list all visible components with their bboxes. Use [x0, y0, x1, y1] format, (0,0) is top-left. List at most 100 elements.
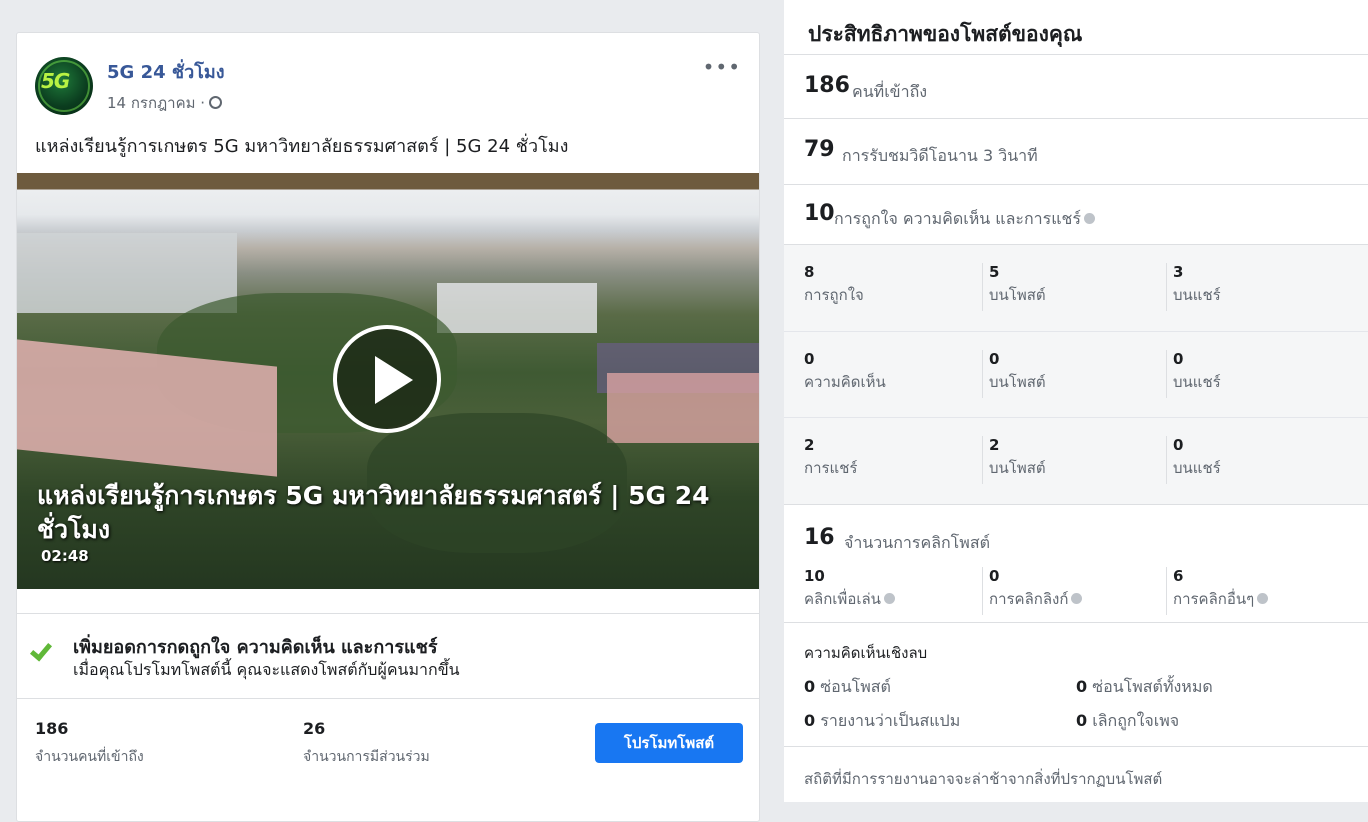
- breakdown-total: 0 ความคิดเห็น: [804, 350, 886, 394]
- shares-on-share: 0: [1173, 436, 1184, 454]
- comments-on-post: 0: [989, 350, 1000, 368]
- breakdown-total: 2 การแชร์: [804, 436, 857, 480]
- breakdown-on-post: 5 บนโพสต์: [982, 263, 1046, 311]
- checkmark-icon: [29, 638, 53, 662]
- hide-all-label: ซ่อนโพสต์ทั้งหมด: [1092, 677, 1213, 696]
- other-clicks-label-wrap: การคลิกอื่นๆ: [1173, 587, 1269, 611]
- comments-on-share: 0: [1173, 350, 1184, 368]
- likes-on-share-label: บนแชร์: [1173, 286, 1221, 304]
- breakdown-on-share: 0 บนแชร์: [1166, 350, 1221, 398]
- hide-all-stat: 0 ซ่อนโพสต์ทั้งหมด: [1076, 675, 1213, 700]
- insights-reach-row: 186 คนที่เข้าถึง: [784, 54, 1368, 118]
- negative-feedback-title: ความคิดเห็นเชิงลบ: [804, 644, 928, 662]
- insights-engagement-row: 10 การถูกใจ ความคิดเห็น และการแชร์: [784, 184, 1368, 244]
- insights-views-value: 79: [804, 137, 835, 162]
- clicks-breakdown: 10 คลิกเพื่อเล่น 0 การคลิกลิงก์ 6 การคลิกอื…: [784, 567, 1368, 617]
- play-button[interactable]: [333, 325, 441, 433]
- breakdown-on-share: 0 บนแชร์: [1166, 436, 1221, 484]
- boost-suggestion: เพิ่มยอดการกดถูกใจ ความคิดเห็น และการแชร…: [17, 613, 759, 699]
- insights-views-row: 79 การรับชมวิดีโอนาน 3 วินาที: [784, 118, 1368, 184]
- info-icon[interactable]: [883, 593, 895, 604]
- insights-engagement-label-wrap: การถูกใจ ความคิดเห็น และการแชร์: [834, 207, 1096, 232]
- likes-on-post: 5: [989, 263, 1000, 281]
- post-date-text[interactable]: 14 กรกฎาคม ·: [107, 94, 205, 112]
- clicks-to-play-label-wrap: คลิกเพื่อเล่น: [804, 587, 895, 611]
- video-title-overlay: แหล่งเรียนรู้การเกษตร 5G มหาวิทยาลัยธรรม…: [37, 481, 710, 544]
- post-date[interactable]: 14 กรกฎาคม ·: [107, 91, 223, 115]
- info-icon[interactable]: [1071, 593, 1083, 604]
- boost-title: เพิ่มยอดการกดถูกใจ ความคิดเห็น และการแชร…: [73, 637, 438, 658]
- video-duration: 02:48: [41, 547, 89, 565]
- breakdown-row-comments: 0 ความคิดเห็น 0 บนโพสต์ 0 บนแชร์: [784, 331, 1368, 417]
- info-icon[interactable]: [1257, 593, 1269, 604]
- post-card: 5G 5G 24 ชั่วโมง 14 กรกฎาคม · ••• แหล่งเ…: [16, 32, 760, 822]
- avatar-logo: 5G: [41, 69, 70, 93]
- video-scene-building: [17, 233, 237, 313]
- boost-subtitle: เมื่อคุณโปรโมทโพสต์นี้ คุณจะแสดงโพสต์กับ…: [73, 660, 460, 679]
- page-name-link[interactable]: 5G 24 ชั่วโมง: [107, 57, 225, 86]
- video-player[interactable]: แหล่งเรียนรู้การเกษตร 5G มหาวิทยาลัยธรรม…: [17, 173, 759, 589]
- hide-all-value: 0: [1076, 677, 1088, 696]
- breakdown-row-shares: 2 การแชร์ 2 บนโพสต์ 0 บนแชร์: [784, 417, 1368, 503]
- report-spam-label: รายงานว่าเป็นสแปม: [820, 711, 961, 730]
- post-header: 5G 5G 24 ชั่วโมง 14 กรกฎาคม · •••: [17, 33, 759, 119]
- other-clicks-label: การคลิกอื่นๆ: [1173, 590, 1255, 608]
- negative-feedback-row: ความคิดเห็นเชิงลบ 0 ซ่อนโพสต์ 0 ซ่อนโพสต…: [784, 622, 1368, 746]
- breakdown-on-post: 0 บนโพสต์: [982, 350, 1046, 398]
- hide-post-value: 0: [804, 677, 816, 696]
- reach-label: จำนวนคนที่เข้าถึง: [35, 749, 144, 765]
- insights-engagement-label: การถูกใจ ความคิดเห็น และการแชร์: [834, 209, 1082, 228]
- link-clicks-label-wrap: การคลิกลิงก์: [989, 587, 1083, 611]
- insights-clicks-row: 16 จำนวนการคลิกโพสต์ 10 คลิกเพื่อเล่น 0 กา…: [784, 504, 1368, 622]
- video-scene-roof: [607, 373, 759, 443]
- unlike-page-label: เลิกถูกใจเพจ: [1092, 711, 1180, 730]
- globe-icon: [209, 96, 223, 109]
- likes-on-share: 3: [1173, 263, 1184, 281]
- hide-post-label: ซ่อนโพสต์: [820, 677, 891, 696]
- insights-footer-note: สถิติที่มีการรายงานอาจจะล่าช้าจากสิ่งที่…: [804, 770, 1163, 788]
- report-spam-value: 0: [804, 711, 816, 730]
- engagement-value: 26: [303, 719, 326, 738]
- insights-clicks-label: จำนวนการคลิกโพสต์: [844, 533, 990, 552]
- insights-title: ประสิทธิภาพของโพสต์ของคุณ: [808, 22, 1083, 46]
- hide-post-stat: 0 ซ่อนโพสต์: [804, 675, 891, 700]
- shares-on-post: 2: [989, 436, 1000, 454]
- likes-on-post-label: บนโพสต์: [989, 286, 1046, 304]
- clicks-to-play: 10 คลิกเพื่อเล่น: [804, 567, 895, 611]
- insights-reach-label: คนที่เข้าถึง: [852, 82, 928, 101]
- other-clicks: 6 การคลิกอื่นๆ: [1166, 567, 1269, 615]
- post-engagement-stat: 26 จำนวนการมีส่วนร่วม: [303, 719, 430, 768]
- comments-on-share-label: บนแชร์: [1173, 373, 1221, 391]
- insights-views-label: การรับชมวิดีโอนาน 3 วินาที: [842, 146, 1038, 165]
- insights-clicks-value: 16: [804, 525, 835, 550]
- comments-on-post-label: บนโพสต์: [989, 373, 1046, 391]
- shares-total: 2: [804, 436, 815, 454]
- insights-engagement-value: 10: [804, 201, 835, 226]
- insights-reach-value: 186: [804, 73, 850, 98]
- unlike-page-value: 0: [1076, 711, 1088, 730]
- likes-total-label: การถูกใจ: [804, 286, 864, 304]
- clicks-to-play-label: คลิกเพื่อเล่น: [804, 590, 881, 608]
- comments-total-label: ความคิดเห็น: [804, 373, 886, 391]
- link-clicks-label: การคลิกลิงก์: [989, 590, 1069, 608]
- info-icon[interactable]: [1084, 213, 1096, 224]
- unlike-page-stat: 0 เลิกถูกใจเพจ: [1076, 709, 1179, 734]
- breakdown-on-share: 3 บนแชร์: [1166, 263, 1221, 311]
- insights-panel: ประสิทธิภาพของโพสต์ของคุณ 186 คนที่เข้าถ…: [784, 0, 1368, 802]
- report-spam-stat: 0 รายงานว่าเป็นสแปม: [804, 709, 960, 734]
- link-clicks: 0 การคลิกลิงก์: [982, 567, 1083, 615]
- play-icon: [375, 356, 413, 404]
- breakdown-on-post: 2 บนโพสต์: [982, 436, 1046, 484]
- breakdown-row-likes: 8 การถูกใจ 5 บนโพสต์ 3 บนแชร์: [784, 245, 1368, 331]
- shares-on-post-label: บนโพสต์: [989, 459, 1046, 477]
- link-clicks-value: 0: [989, 567, 1000, 585]
- comments-total: 0: [804, 350, 815, 368]
- other-clicks-value: 6: [1173, 567, 1184, 585]
- post-text: แหล่งเรียนรู้การเกษตร 5G มหาวิทยาลัยธรรม…: [35, 136, 569, 157]
- page-avatar[interactable]: 5G: [35, 57, 93, 115]
- engagement-label: จำนวนการมีส่วนร่วม: [303, 749, 430, 765]
- promote-post-button[interactable]: โปรโมทโพสต์: [595, 723, 743, 763]
- clicks-to-play-value: 10: [804, 567, 825, 585]
- shares-on-share-label: บนแชร์: [1173, 459, 1221, 477]
- more-options-icon[interactable]: •••: [703, 55, 741, 79]
